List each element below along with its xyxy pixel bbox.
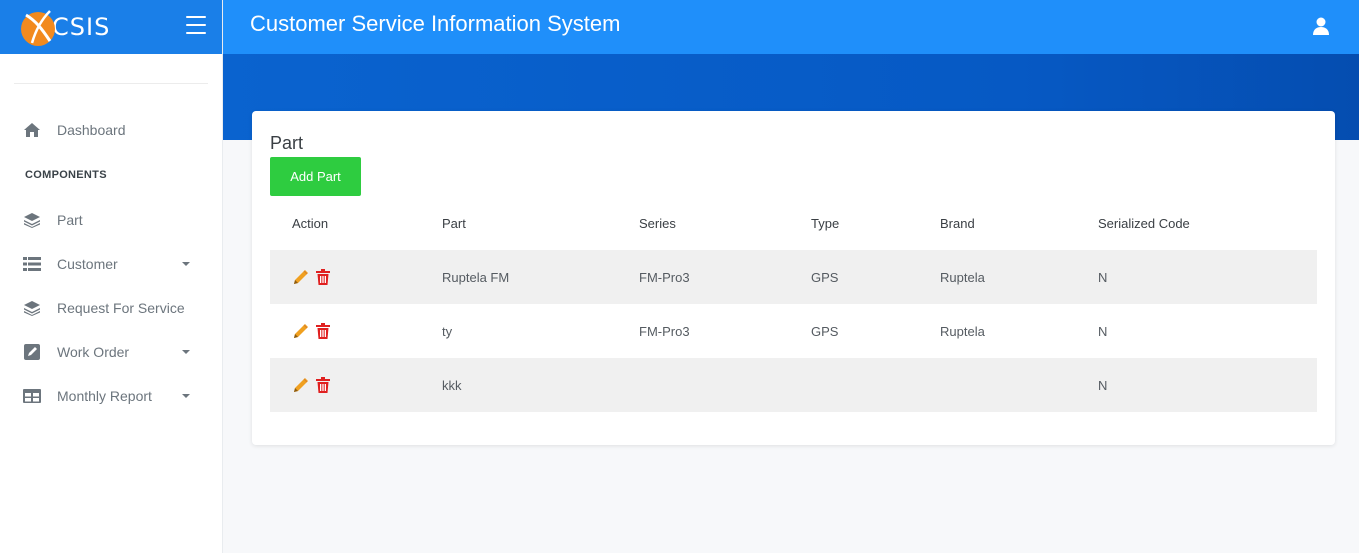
- sidebar-divider: [14, 83, 208, 84]
- table-row: Ruptela FM FM-Pro3 GPS Ruptela N: [270, 250, 1317, 304]
- user-icon[interactable]: [1313, 17, 1329, 35]
- brand-bar: CSIS: [0, 0, 222, 54]
- action-cell: [270, 250, 442, 304]
- sidebar-item-request-for-service[interactable]: Request For Service: [0, 286, 222, 330]
- sidebar: CSIS Dashboard COMPONENTS Part Customer: [0, 0, 223, 553]
- cell-type: GPS: [811, 323, 839, 339]
- action-cell: [270, 304, 442, 358]
- cell-series: FM-Pro3: [639, 323, 690, 339]
- sidebar-item-dashboard[interactable]: Dashboard: [0, 108, 222, 152]
- table-header-row: Action Part Series Type Brand Serialized…: [270, 197, 1317, 250]
- column-header-brand: Brand: [940, 216, 975, 231]
- sidebar-item-work-order[interactable]: Work Order: [0, 330, 222, 374]
- layers-icon: [23, 211, 41, 229]
- sidebar-item-label: Request For Service: [57, 300, 185, 316]
- sidebar-item-label: Monthly Report: [57, 388, 152, 404]
- parts-table: Action Part Series Type Brand Serialized…: [270, 197, 1317, 412]
- sidebar-item-customer[interactable]: Customer: [0, 242, 222, 286]
- table-row: kkk N: [270, 358, 1317, 412]
- logo-text: CSIS: [52, 13, 111, 41]
- home-icon: [23, 121, 41, 139]
- delete-trash-icon[interactable]: [314, 322, 332, 340]
- logo[interactable]: CSIS: [20, 7, 110, 47]
- cell-brand: Ruptela: [940, 250, 1098, 304]
- section-heading-components: COMPONENTS: [25, 169, 107, 181]
- list-icon: [23, 255, 41, 273]
- column-header-type: Type: [811, 216, 840, 231]
- table-icon: [23, 387, 41, 405]
- sidebar-nav: Dashboard: [0, 108, 222, 152]
- layers-icon: [23, 299, 41, 317]
- cell-serialized-code: N: [1098, 323, 1108, 339]
- sidebar-item-label: Part: [57, 212, 83, 228]
- delete-trash-icon[interactable]: [314, 376, 332, 394]
- cell-series: FM-Pro3: [639, 250, 811, 304]
- delete-trash-icon[interactable]: [314, 268, 332, 286]
- cell-part: ty: [442, 323, 453, 339]
- cell-type: [811, 358, 940, 412]
- cell-type: GPS: [811, 250, 940, 304]
- card-title: Part: [270, 133, 304, 153]
- edit-pencil-icon[interactable]: [292, 376, 310, 394]
- cell-series: [639, 358, 811, 412]
- cell-brand: Ruptela: [940, 323, 985, 339]
- chevron-down-icon: [182, 350, 190, 354]
- topbar: Customer Service Information System: [223, 0, 1359, 54]
- chevron-down-icon: [182, 262, 190, 266]
- cell-brand: [940, 358, 1098, 412]
- sidebar-item-label: Dashboard: [57, 122, 126, 138]
- part-card: Part Add Part Action Part Series Type Br…: [252, 111, 1335, 445]
- column-header-action: Action: [292, 216, 329, 231]
- edit-pencil-icon[interactable]: [292, 268, 310, 286]
- edit-square-icon: [23, 343, 41, 361]
- column-header-serialized-code: Serialized Code: [1098, 216, 1190, 231]
- cell-serialized-code: N: [1098, 250, 1317, 304]
- add-part-button[interactable]: Add Part: [270, 157, 361, 196]
- sidebar-item-label: Customer: [57, 256, 118, 272]
- sidebar-item-part[interactable]: Part: [0, 198, 222, 242]
- csis-logo-icon: [21, 10, 55, 46]
- column-header-part: Part: [442, 216, 466, 231]
- hamburger-menu-icon[interactable]: [186, 16, 206, 34]
- chevron-down-icon: [182, 394, 190, 398]
- cell-serialized-code: N: [1098, 358, 1317, 412]
- cell-part: Ruptela FM: [442, 250, 639, 304]
- column-header-series: Series: [639, 216, 676, 231]
- cell-part: kkk: [442, 358, 639, 412]
- table-row: ty FM-Pro3 GPS Ruptela N: [270, 304, 1317, 358]
- action-cell: [270, 358, 442, 412]
- page-title: Customer Service Information System: [250, 11, 621, 36]
- edit-pencil-icon[interactable]: [292, 322, 310, 340]
- sidebar-item-monthly-report[interactable]: Monthly Report: [0, 374, 222, 418]
- sidebar-components-nav: Part Customer Request For Service Work O…: [0, 198, 222, 418]
- sidebar-item-label: Work Order: [57, 344, 130, 360]
